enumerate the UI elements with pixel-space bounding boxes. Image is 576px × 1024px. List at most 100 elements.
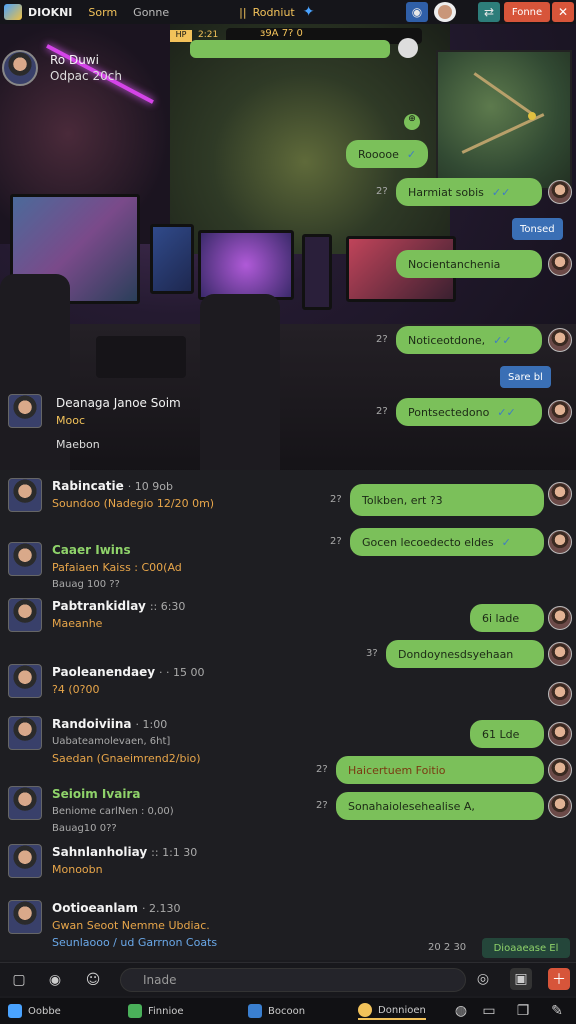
star-icon[interactable]: ✦ bbox=[303, 4, 315, 20]
app-title: DIOKNI bbox=[28, 5, 73, 19]
sender-avatar[interactable] bbox=[548, 606, 572, 630]
app-window: DIOKNI Sorm Gonne || Rodniut ✦ ◉ ⇄ Fonne… bbox=[0, 0, 576, 1024]
tag-badge[interactable]: Tonsed bbox=[512, 218, 563, 240]
read-check-icon: ✓✓ bbox=[497, 405, 516, 419]
task-oobbe[interactable]: Oobbe bbox=[8, 1002, 61, 1020]
avatar[interactable] bbox=[8, 844, 42, 878]
avatar[interactable] bbox=[8, 598, 42, 632]
timestamp: 2? bbox=[376, 334, 388, 345]
stream-view[interactable]: Ro Duwi Odpac 20ch HP 2:21 ɜ9A 7? 0 ⊕ Ro… bbox=[0, 24, 576, 470]
monitor-small bbox=[150, 224, 194, 294]
list-item[interactable]: Rabincatie · 10 9ob Soundoo (Nadegio 12/20… bbox=[8, 478, 214, 512]
avatar[interactable] bbox=[8, 478, 42, 512]
hp-badge: HP bbox=[170, 30, 192, 42]
sender-avatar[interactable] bbox=[548, 682, 572, 706]
keyboard bbox=[96, 336, 186, 378]
task-finnioe[interactable]: Finnioe bbox=[128, 1002, 184, 1020]
sender-avatar[interactable] bbox=[548, 328, 572, 352]
list-item[interactable]: Pabtrankidlay:: 6:30 Maeanhe bbox=[8, 598, 185, 632]
streamer-name: Deanaga Janoe Soim bbox=[56, 396, 181, 410]
copy-icon[interactable]: ❐ bbox=[512, 1000, 534, 1022]
chat-bubble[interactable]: Noticeotdone, ✓✓ bbox=[396, 326, 542, 354]
timestamp: 2? bbox=[376, 186, 388, 197]
share-icon[interactable]: ⇄ bbox=[478, 2, 500, 22]
close-icon[interactable]: ✕ bbox=[552, 2, 574, 22]
chat-bubble[interactable]: Dondoynesdsyehaan bbox=[386, 640, 544, 668]
list-item[interactable]: Paoleanendaey · · 15 00 ?4 (0?00 bbox=[8, 664, 205, 698]
chat-list: Rabincatie · 10 9ob Soundoo (Nadegio 12/20… bbox=[0, 470, 576, 960]
fonne-button[interactable]: Fonne bbox=[504, 2, 550, 22]
tab-gonne[interactable]: Gonne bbox=[133, 6, 169, 19]
chat-bubble[interactable]: Haicertuem Foitio bbox=[336, 756, 544, 784]
window-icon[interactable]: ▭ bbox=[478, 1000, 500, 1022]
online-indicator: ⊕ bbox=[404, 114, 420, 130]
sender-avatar[interactable] bbox=[548, 794, 572, 818]
task-bocoon[interactable]: Bocoon bbox=[248, 1002, 305, 1020]
streamer-avatar[interactable] bbox=[8, 394, 42, 428]
sender-avatar[interactable] bbox=[548, 642, 572, 666]
camera-icon[interactable]: ◉ bbox=[44, 969, 66, 991]
sender-avatar[interactable] bbox=[548, 180, 572, 204]
timestamp: 2? bbox=[330, 494, 342, 505]
chat-bubble[interactable]: Pontsectedono ✓✓ bbox=[396, 398, 542, 426]
stream-host-card[interactable]: Ro Duwi Odpac 20ch bbox=[2, 50, 122, 86]
pause-icon[interactable]: || bbox=[239, 6, 246, 19]
avatar[interactable] bbox=[8, 786, 42, 820]
avatar[interactable] bbox=[8, 900, 42, 934]
message-input[interactable]: Inade bbox=[120, 968, 466, 992]
sender-avatar[interactable] bbox=[548, 252, 572, 276]
pc-tower bbox=[302, 234, 332, 310]
read-check-icon: ✓✓ bbox=[491, 185, 511, 199]
chat-icon[interactable]: ✎ bbox=[546, 1000, 568, 1022]
sender-avatar[interactable] bbox=[548, 722, 572, 746]
chat-bubble[interactable]: Gocen lecoedecto eldes ✓ bbox=[350, 528, 544, 556]
timestamp: 2? bbox=[330, 536, 342, 547]
sender-avatar[interactable] bbox=[548, 530, 572, 554]
gallery-icon[interactable]: ▣ bbox=[510, 968, 532, 990]
sender-avatar[interactable] bbox=[548, 758, 572, 782]
read-check-icon: ✓✓ bbox=[493, 333, 512, 347]
app-logo-icon bbox=[4, 4, 22, 20]
user-avatar[interactable] bbox=[434, 2, 456, 22]
avatar[interactable] bbox=[8, 664, 42, 698]
list-item[interactable]: Sahnlanholiay:: 1:1 30 Monoobn bbox=[8, 844, 197, 878]
chrome-icon[interactable]: ◍ bbox=[450, 1000, 472, 1022]
chat-bubble[interactable]: 6i lade bbox=[470, 604, 544, 632]
host-avatar[interactable] bbox=[2, 50, 38, 86]
profile-icon[interactable]: ◉ bbox=[406, 2, 428, 22]
chat-bubble[interactable]: Tolkben, ert ?3 bbox=[350, 484, 544, 516]
list-item[interactable]: Ootioeanlam · 2.130 Gwan Seoot Nemme Ubdia… bbox=[8, 900, 217, 951]
chat-bubble[interactable]: Harmiat sobis ✓✓ bbox=[396, 178, 542, 206]
minimap[interactable] bbox=[436, 50, 572, 190]
streamer-info[interactable]: Deanaga Janoe Soim Mooc Maebon bbox=[8, 394, 181, 454]
time-badge: 2:21 bbox=[198, 30, 219, 40]
monitor-center bbox=[198, 230, 294, 300]
tag-badge[interactable]: Sare bl bbox=[500, 366, 551, 388]
tab-rodniut[interactable]: Rodniut bbox=[253, 6, 295, 19]
chat-bubble[interactable]: Sonahaiolesehealise A, bbox=[336, 792, 544, 820]
chat-bubble[interactable]: Nocientanchenia bbox=[396, 250, 542, 278]
list-item[interactable]: Randoiviina · 1:00 Uabateamolevaen, 6ht] Sa… bbox=[8, 716, 201, 767]
discussion-button[interactable]: Dioaaease El bbox=[482, 938, 570, 958]
avatar[interactable] bbox=[8, 716, 42, 750]
chat-bubble[interactable]: Rooooe ✓ bbox=[346, 140, 429, 168]
send-icon[interactable]: ◎ bbox=[472, 968, 494, 990]
sender-avatar[interactable] bbox=[548, 400, 572, 424]
settings-icon[interactable] bbox=[398, 38, 418, 58]
sender-avatar[interactable] bbox=[548, 482, 572, 506]
task-donnioen[interactable]: Donnioen bbox=[358, 1002, 426, 1020]
tab-sorm[interactable]: Sorm bbox=[88, 6, 117, 19]
timestamp: 3? bbox=[366, 648, 378, 659]
chat-bubble[interactable]: 61 Lde bbox=[470, 720, 544, 748]
emoji-icon[interactable]: ☺ bbox=[82, 969, 104, 991]
list-item[interactable]: Seioim Ivaira Beniome carlNen : 0,00) Baua… bbox=[8, 786, 174, 837]
sticker-icon[interactable]: ▢ bbox=[8, 969, 30, 991]
avatar[interactable] bbox=[8, 542, 42, 576]
top-bar: DIOKNI Sorm Gonne || Rodniut ✦ ◉ ⇄ Fonne… bbox=[0, 0, 576, 24]
add-icon[interactable]: ＋ bbox=[548, 968, 570, 990]
list-item[interactable]: Caaer Iwins Pafaiaen Kaiss : C00(Ad Bauag … bbox=[8, 542, 182, 593]
streamer-game: Maebon bbox=[56, 438, 100, 451]
host-subtitle: Odpac 20ch bbox=[50, 69, 122, 83]
read-check-icon: ✓ bbox=[501, 535, 511, 549]
streamer-status: Mooc bbox=[56, 414, 85, 427]
